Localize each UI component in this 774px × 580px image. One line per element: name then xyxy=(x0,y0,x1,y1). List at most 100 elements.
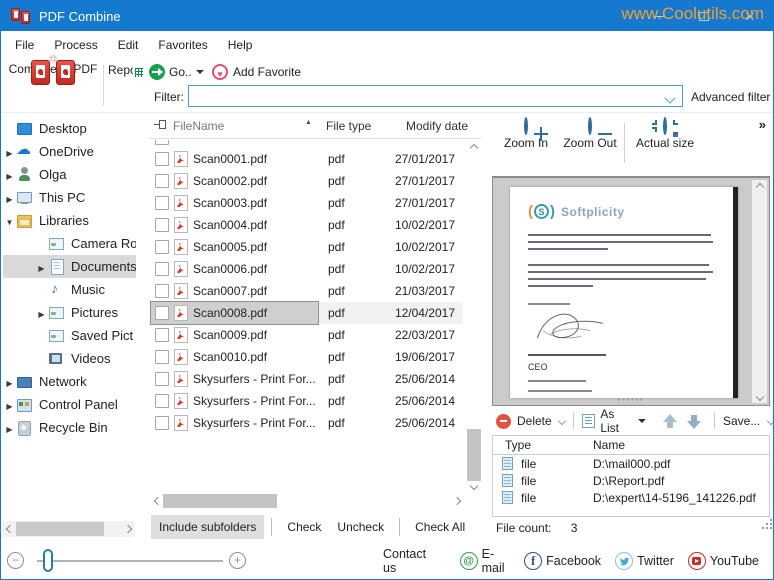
file-checkbox[interactable] xyxy=(155,284,169,298)
tree-item[interactable]: OneDrive xyxy=(3,140,136,163)
expander-icon[interactable] xyxy=(3,374,16,389)
expander-icon[interactable] xyxy=(3,144,16,159)
advanced-filter-link[interactable]: Advanced filter xyxy=(691,90,770,104)
add-favorite-button[interactable]: Add Favorite xyxy=(212,64,301,80)
tree-item[interactable]: Desktop xyxy=(3,117,136,140)
file-row[interactable]: Scan0008.pdf pdf 12/04/2017 xyxy=(151,302,463,324)
tree-item[interactable]: Control Panel xyxy=(3,393,136,416)
uncheck-all-button[interactable]: Unche xyxy=(481,520,482,534)
file-checkbox[interactable] xyxy=(155,218,169,232)
menu-item[interactable]: Favorites xyxy=(148,38,217,52)
scroll-up-icon[interactable] xyxy=(752,180,767,193)
file-checkbox[interactable] xyxy=(155,372,169,386)
file-hscrollbar-thumb[interactable] xyxy=(163,494,277,508)
twitter-link[interactable]: Twitter xyxy=(615,552,674,570)
slider-thumb[interactable] xyxy=(43,549,53,572)
output-row[interactable]: file D:\expert\14-5196_141226.pdf xyxy=(493,489,769,506)
file-checkbox[interactable] xyxy=(155,174,169,188)
tree-item[interactable]: Videos xyxy=(3,347,136,370)
file-row[interactable]: Skysurfers - Print For... pdf 25/06/2014 xyxy=(151,368,463,390)
tree-scrollbar-thumb[interactable] xyxy=(16,522,104,536)
file-checkbox[interactable] xyxy=(155,306,169,320)
slider-track[interactable] xyxy=(37,560,223,562)
scroll-left-icon[interactable] xyxy=(3,521,16,537)
tree-item[interactable]: This PC xyxy=(3,186,136,209)
menu-item[interactable]: Help xyxy=(218,38,263,52)
expander-icon[interactable] xyxy=(3,213,16,228)
file-checkbox[interactable] xyxy=(155,394,169,408)
file-checkbox[interactable] xyxy=(155,196,169,210)
file-checkbox[interactable] xyxy=(155,262,169,276)
tree-item[interactable]: Camera Ro xyxy=(3,232,136,255)
tree-item[interactable]: Saved Pict xyxy=(3,324,136,347)
column-header-type[interactable]: Type xyxy=(493,438,593,452)
zoom-out-button[interactable]: Zoom Out xyxy=(558,119,622,150)
expander-icon[interactable] xyxy=(3,167,16,182)
filter-input[interactable] xyxy=(188,85,683,107)
file-row[interactable]: Skysurfers - Print For... pdf 25/06/2014 xyxy=(151,390,463,412)
actual-size-button[interactable]: Actual size xyxy=(630,119,700,150)
menu-item[interactable]: Process xyxy=(44,38,107,52)
file-list-vertical-scrollbar[interactable] xyxy=(466,141,482,493)
file-row[interactable]: Scan0005.pdf pdf 10/02/2017 xyxy=(151,236,463,258)
combine-to-pdf-button[interactable]: + Combine to PDF xyxy=(6,59,100,76)
tree-item[interactable]: Music xyxy=(3,278,136,301)
file-row[interactable]: Scan0007.pdf pdf 21/03/2017 xyxy=(151,280,463,302)
column-header-filename[interactable]: FileName xyxy=(173,119,224,133)
move-down-button[interactable] xyxy=(687,414,701,429)
file-checkbox[interactable] xyxy=(155,152,169,166)
scroll-right-icon[interactable] xyxy=(121,521,134,537)
save-button[interactable]: Save... xyxy=(723,414,760,428)
menu-item[interactable]: Edit xyxy=(108,38,149,52)
file-row[interactable]: Scan0001.pdf pdf 27/01/2017 xyxy=(151,148,463,170)
as-list-dropdown-icon[interactable] xyxy=(638,419,646,423)
go-button[interactable]: Go.. xyxy=(149,64,204,80)
preview-scrollbar[interactable] xyxy=(752,180,767,403)
slider-plus-button[interactable]: + xyxy=(229,552,246,569)
file-checkbox[interactable] xyxy=(155,416,169,430)
toolbar-overflow-icon[interactable]: » xyxy=(759,117,766,132)
tree-horizontal-scrollbar[interactable] xyxy=(3,521,134,537)
tree-item[interactable]: Pictures xyxy=(3,301,136,324)
check-button[interactable]: Check xyxy=(287,520,321,534)
scroll-down-icon[interactable] xyxy=(752,390,767,403)
move-up-button[interactable] xyxy=(663,414,677,429)
pin-icon[interactable] xyxy=(154,119,167,133)
column-header-filetype[interactable]: File type xyxy=(326,119,371,133)
menu-item[interactable]: File xyxy=(2,38,44,52)
file-row[interactable]: Scan0002.pdf pdf 27/01/2017 xyxy=(151,170,463,192)
scroll-right-icon[interactable] xyxy=(450,493,463,509)
filter-dropdown-icon[interactable] xyxy=(666,91,674,105)
as-list-button[interactable]: As List xyxy=(600,407,635,435)
resize-grip[interactable] xyxy=(762,527,764,529)
expander-icon[interactable] xyxy=(35,305,48,320)
facebook-link[interactable]: f Facebook xyxy=(524,552,601,570)
file-row[interactable]: Scan0010.pdf pdf 19/06/2017 xyxy=(151,346,463,368)
tree-item[interactable]: Recycle Bin xyxy=(3,416,136,439)
scroll-up-icon[interactable] xyxy=(466,141,482,155)
expander-icon[interactable] xyxy=(3,397,16,412)
save-dropdown-icon[interactable] xyxy=(767,417,774,425)
file-checkbox[interactable] xyxy=(155,328,169,342)
youtube-link[interactable]: YouTube xyxy=(688,552,759,570)
output-row[interactable]: file D:\mail000.pdf xyxy=(493,455,769,472)
column-header-name[interactable]: Name xyxy=(593,438,625,452)
file-row[interactable]: Skysurfers - Print For... pdf 25/06/2014 xyxy=(151,412,463,434)
file-row[interactable]: Scan0003.pdf pdf 27/01/2017 xyxy=(151,192,463,214)
column-header-modifydate[interactable]: Modify date xyxy=(406,119,468,133)
file-list-horizontal-scrollbar[interactable] xyxy=(151,493,463,509)
delete-dropdown-icon[interactable] xyxy=(558,417,566,425)
slider-minus-button[interactable]: − xyxy=(7,552,24,569)
file-checkbox[interactable] xyxy=(155,350,169,364)
file-row[interactable]: Scan0004.pdf pdf 10/02/2017 xyxy=(151,214,463,236)
include-subfolders-button[interactable]: Include subfolders xyxy=(151,515,264,539)
zoom-in-button[interactable]: Zoom In xyxy=(496,119,556,150)
file-scrollbar-thumb[interactable] xyxy=(467,429,481,481)
check-all-button[interactable]: Check All xyxy=(415,520,465,534)
go-dropdown-icon[interactable] xyxy=(196,70,204,74)
file-row[interactable]: Scan0009.pdf pdf 22/03/2017 xyxy=(151,324,463,346)
scroll-down-icon[interactable] xyxy=(466,479,482,493)
expander-icon[interactable] xyxy=(3,190,16,205)
coolutils-site-link[interactable]: www.Coolutils.com xyxy=(621,4,764,24)
expander-icon[interactable] xyxy=(3,420,16,435)
